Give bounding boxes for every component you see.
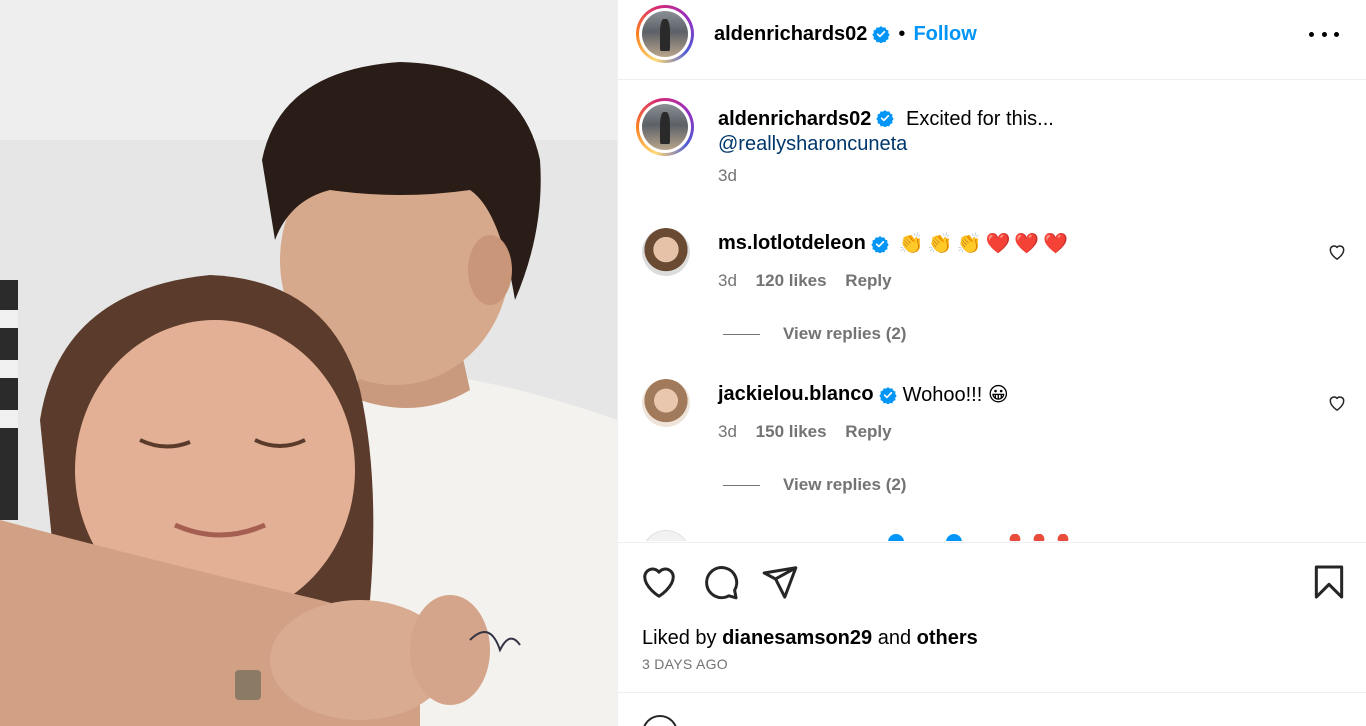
comment-meta: 3d 120 likes Reply: [718, 271, 892, 291]
emoji-icon[interactable]: [642, 715, 678, 726]
add-comment-bar[interactable]: [618, 692, 1366, 726]
share-icon[interactable]: [761, 563, 799, 601]
comment-icon[interactable]: [702, 563, 740, 601]
commenter-avatar[interactable]: [642, 379, 690, 427]
comment-meta: 3d 150 likes Reply: [718, 422, 892, 442]
bookmark-icon[interactable]: [1310, 563, 1348, 601]
comment-text: 👏👏👏❤️❤️❤️: [898, 233, 1073, 255]
caption-mention-link[interactable]: @reallysharoncuneta: [718, 133, 1318, 156]
heart-icon[interactable]: [640, 563, 678, 601]
commenter-avatar[interactable]: [642, 228, 690, 276]
author-line: aldenrichards02 • Follow: [714, 20, 977, 48]
verified-badge-icon: [871, 235, 889, 253]
author-username[interactable]: aldenrichards02: [714, 23, 867, 46]
comment-line: ms.lotlotdeleon 👏👏👏❤️❤️❤️: [718, 231, 1072, 256]
view-replies-label: View replies (2): [783, 324, 907, 343]
comment-line: jackielou.blanco Wohoo!!! 😀: [718, 382, 1009, 407]
author-avatar[interactable]: [636, 5, 694, 63]
liked-by-prefix: Liked by: [642, 627, 717, 649]
post-image: [0, 0, 617, 726]
comment-time: 3d: [718, 422, 737, 441]
liked-by-others[interactable]: others: [917, 627, 978, 649]
liked-by-user[interactable]: dianesamson29: [722, 627, 872, 649]
view-replies-button[interactable]: View replies (2): [723, 475, 906, 495]
caption-time: 3d: [718, 166, 737, 185]
liked-by-joiner: and: [877, 627, 912, 649]
heart-emoji-row: [1003, 534, 1073, 541]
liked-by-text: Liked by dianesamson29 and others: [642, 627, 978, 650]
comment-username[interactable]: jackielou.blanco: [718, 383, 874, 406]
like-comment-heart-icon[interactable]: [1327, 393, 1347, 413]
reply-button[interactable]: Reply: [845, 422, 891, 441]
separator-dot: •: [898, 22, 906, 45]
post-details-panel: aldenrichards02 • Follow aldenrichards02…: [617, 0, 1366, 726]
verified-badge-icon: [946, 534, 962, 541]
comment-likes[interactable]: 150 likes: [756, 422, 827, 441]
verified-badge-icon: [872, 26, 891, 43]
comments-section[interactable]: aldenrichards02 Excited for this... @rea…: [618, 81, 1366, 541]
more-options-icon[interactable]: [1309, 22, 1339, 46]
comment-username[interactable]: ms.lotlotdeleon: [718, 232, 866, 255]
verified-badge-icon: [876, 110, 895, 127]
comment-likes[interactable]: 120 likes: [756, 271, 827, 290]
caption-author-avatar[interactable]: [636, 98, 694, 156]
post-header: aldenrichards02 • Follow: [618, 0, 1366, 80]
post-timestamp: 3 DAYS AGO: [642, 656, 728, 672]
commenter-avatar[interactable]: [642, 530, 690, 541]
comment-text: Wohoo!!! 😀: [902, 384, 1009, 406]
post-photo: [0, 0, 617, 726]
verified-badge-icon: [888, 534, 904, 541]
view-replies-button[interactable]: View replies (2): [723, 324, 906, 344]
caption: aldenrichards02 Excited for this... @rea…: [718, 105, 1318, 186]
follow-button[interactable]: Follow: [913, 23, 976, 46]
reply-button[interactable]: Reply: [845, 271, 891, 290]
caption-text: Excited for this...: [905, 108, 1054, 130]
view-replies-label: View replies (2): [783, 475, 907, 494]
verified-badge-icon: [878, 386, 897, 404]
comment-time: 3d: [718, 271, 737, 290]
post-actions: Liked by dianesamson29 and others 3 DAYS…: [618, 542, 1366, 692]
like-comment-heart-icon[interactable]: [1327, 242, 1347, 262]
caption-username[interactable]: aldenrichards02: [718, 108, 871, 130]
